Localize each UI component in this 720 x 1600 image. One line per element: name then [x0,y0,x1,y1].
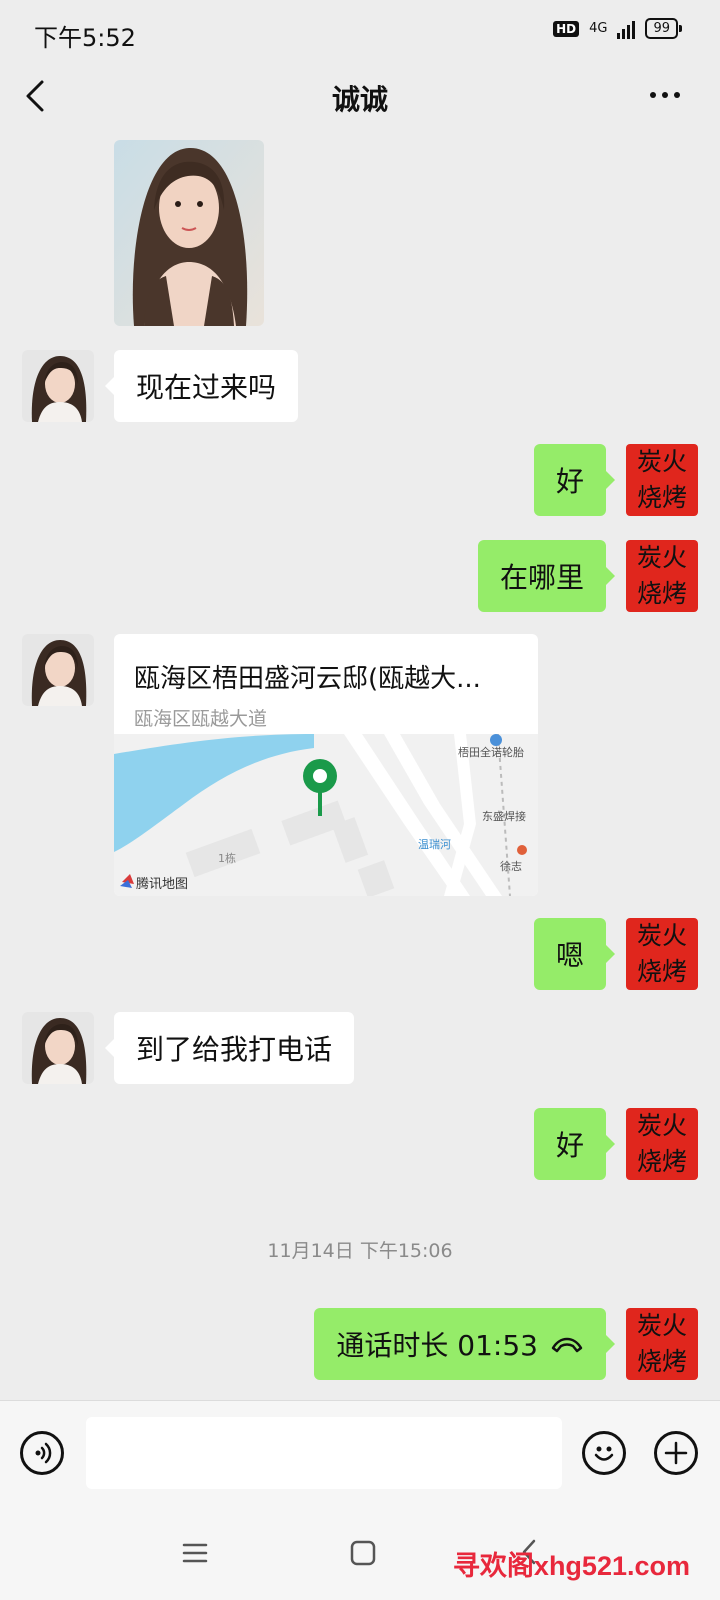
more-options-button[interactable] [650,92,680,98]
message-text: 到了给我打电话 [136,1033,333,1066]
message-text: 在哪里 [499,561,584,594]
avatar-text-line1: 炭火 [636,1111,687,1140]
my-avatar[interactable]: 炭火 烧烤 [626,918,698,990]
avatar-text-line2: 烧烤 [636,1147,687,1176]
emoji-button[interactable] [582,1431,626,1475]
message-text: 好 [555,465,584,498]
signal-icon [617,19,636,39]
location-subtitle: 瓯海区瓯越大道 [134,708,268,730]
more-dot-icon [650,92,656,98]
contact-avatar[interactable] [22,1012,94,1084]
map-label-poi1: 梧田全诺轮胎 [458,745,524,759]
home-icon[interactable] [350,1540,376,1566]
status-icons: HD 4G 99 [553,18,682,39]
map-label-building: 1栋 [218,851,236,865]
message-bubble-outgoing[interactable]: 在哪里 [477,540,616,612]
avatar-text-line1: 炭火 [636,447,687,476]
avatar-text-line2: 烧烤 [636,483,687,512]
message-text: 嗯 [555,939,584,972]
map-preview: 梧田全诺轮胎 东盛焊接 温瑞河 1栋 徐志 腾讯地图 [114,734,538,896]
message-bubble-incoming[interactable]: 到了给我打电话 [104,1012,355,1084]
chat-input-bar [0,1400,720,1505]
avatar-text-line1: 炭火 [636,543,687,572]
message-bubble-outgoing[interactable]: 嗯 [533,918,616,990]
map-label-poi2: 东盛焊接 [482,809,526,823]
message-bubble-incoming[interactable]: 现在过来吗 [104,350,299,422]
my-avatar[interactable]: 炭火 烧烤 [626,1308,698,1380]
contact-avatar[interactable] [22,350,94,422]
avatar-text-line1: 炭火 [636,1311,687,1340]
menu-icon[interactable] [182,1542,208,1564]
avatar-text-line1: 炭火 [636,921,687,950]
message-bubble-outgoing[interactable]: 好 [533,1108,616,1180]
voice-icon [35,1442,52,1464]
emoji-icon [594,1446,614,1461]
location-message-card[interactable]: 瓯海区梧田盛河云邸(瓯越大... 瓯海区瓯越大道 梧田全诺轮胎 东盛焊接 温瑞河… [114,634,538,896]
message-bubble-outgoing[interactable]: 好 [533,444,616,516]
phone-hangup-icon [551,1337,583,1353]
add-more-button[interactable] [654,1431,698,1475]
voice-input-button[interactable] [20,1431,64,1475]
avatar-text-line2: 烧烤 [636,957,687,986]
message-text: 好 [555,1129,584,1162]
battery-icon: 99 [645,18,682,39]
call-duration-text: 通话时长 01:53 [336,1329,538,1362]
avatar-text-line2: 烧烤 [636,1347,687,1376]
message-text: 现在过来吗 [136,371,277,404]
plus-icon [664,1441,688,1465]
chat-title: 诚诚 [331,83,388,116]
my-avatar[interactable]: 炭火 烧烤 [626,444,698,516]
image-message[interactable] [114,140,264,326]
avatar-text-line2: 烧烤 [636,579,687,608]
map-label-river: 温瑞河 [418,837,451,851]
status-time: 下午5:52 [34,24,136,52]
watermark: 寻欢阁xhg521.com [452,1551,690,1581]
network-label: 4G [589,21,608,36]
contact-avatar[interactable] [22,634,94,706]
message-input[interactable] [86,1417,562,1489]
my-avatar[interactable]: 炭火 烧烤 [626,1108,698,1180]
map-provider-label: 腾讯地图 [136,876,188,892]
map-label-poi3: 徐志 [500,859,522,873]
call-record-bubble[interactable]: 通话时长 01:53 [314,1308,615,1380]
location-title: 瓯海区梧田盛河云邸(瓯越大... [134,664,481,694]
my-avatar[interactable]: 炭火 烧烤 [626,540,698,612]
chat-timestamp: 11月14日 下午15:06 [267,1240,453,1262]
hd-badge: HD [553,20,580,37]
